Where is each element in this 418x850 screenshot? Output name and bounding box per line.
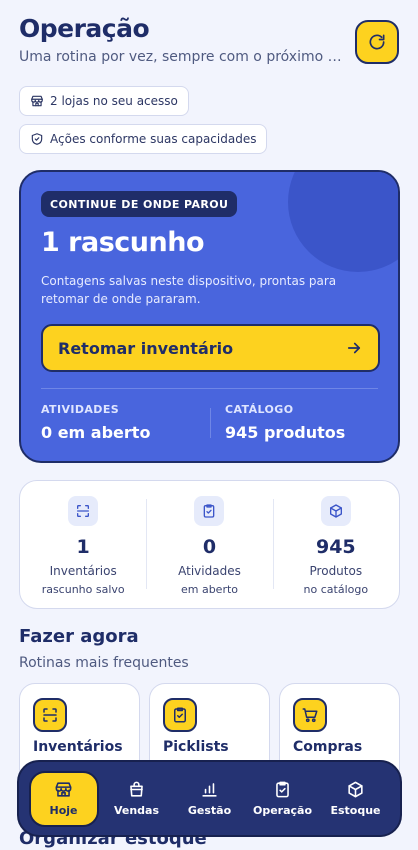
stat-number: 1 [76,536,90,558]
nav-label: Estoque [330,804,381,817]
stat-name: Atividades [178,564,241,578]
bottom-navigation: Hoje Vendas Gestão Operação Estoque [17,760,402,837]
stat-number: 945 [315,536,356,558]
nav-item-operacao[interactable]: Operação [248,771,318,827]
stat-number: 0 [202,536,217,558]
nav-item-estoque[interactable]: Estoque [321,771,391,827]
resume-button-label: Retomar inventário [58,338,234,358]
hero-stat-divider [210,408,211,438]
stat-products[interactable]: 945 Produtos no catálogo [272,481,399,608]
arrow-right-icon [347,342,361,354]
hero-description: Contagens salvas neste dispositivo, pron… [41,274,337,306]
bag-icon [130,781,143,797]
nav-label: Operação [252,804,313,817]
nav-item-gestao[interactable]: Gestão [175,771,245,827]
hero-stat-value: 0 em aberto [41,423,151,442]
section-title: Fazer agora [19,626,139,647]
nav-label: Hoje [49,804,78,817]
stat-inventories[interactable]: 1 Inventários rascunho salvo [20,481,146,608]
page-subtitle: Uma rotina por vez, sempre com o próximo… [19,49,344,65]
store-icon [55,782,72,797]
box-icon [320,496,351,526]
chip-capabilities: Ações conforme suas capacidades [19,124,268,154]
nav-item-hoje[interactable]: Hoje [28,770,99,827]
hero-stat-label: CATÁLOGO [225,403,294,416]
section-subtitle: Rotinas mais frequentes [19,655,189,671]
hero-stat-value: 945 produtos [225,423,346,442]
bar-chart-icon [202,783,217,797]
hero-stat-catalog: CATÁLOGO 945 produtos [225,403,345,442]
hero-stat-activities: ATIVIDADES 0 em aberto [41,403,150,442]
quick-action-label: Compras [293,739,363,755]
quick-action-label: Picklists [163,739,229,755]
cart-icon [293,698,327,732]
chip-label: Ações conforme suas capacidades [50,132,257,146]
stat-sub: no catálogo [303,583,369,596]
chip-stores-access: 2 lojas no seu acesso [19,86,189,116]
shield-check-icon [31,133,43,145]
refresh-icon [369,34,385,50]
nav-item-vendas[interactable]: Vendas [102,771,172,827]
hero-stat-label: ATIVIDADES [41,403,120,416]
page-title: Operação [19,14,150,43]
box-icon [348,781,363,798]
hero-divider [41,388,378,389]
hero-badge: CONTINUE DE ONDE PAROU [41,191,238,217]
chip-label: 2 lojas no seu acesso [50,94,178,108]
refresh-button[interactable] [355,20,399,64]
stat-sub: rascunho salvo [41,583,125,596]
stat-name: Inventários [49,564,117,578]
stats-summary-card: 1 Inventários rascunho salvo 0 Atividade… [19,480,400,609]
scan-icon [33,698,67,732]
scan-icon [68,496,99,526]
resume-draft-card: CONTINUE DE ONDE PAROU 1 rascunho Contag… [19,170,400,463]
store-icon [31,95,43,107]
resume-inventory-button[interactable]: Retomar inventário [41,324,380,372]
clipboard-check-icon [276,781,289,798]
clipboard-check-icon [163,698,197,732]
nav-label: Vendas [113,804,160,817]
clipboard-check-icon [194,496,225,526]
stat-activities[interactable]: 0 Atividades em aberto [146,481,272,608]
hero-title: 1 rascunho [41,227,205,258]
stat-sub: em aberto [180,583,239,596]
quick-action-label: Inventários [33,739,123,755]
nav-label: Gestão [187,804,232,817]
stat-name: Produtos [309,564,363,578]
header: Operação Uma rotina por vez, sempre com … [19,14,399,65]
decorative-circle [288,172,398,272]
